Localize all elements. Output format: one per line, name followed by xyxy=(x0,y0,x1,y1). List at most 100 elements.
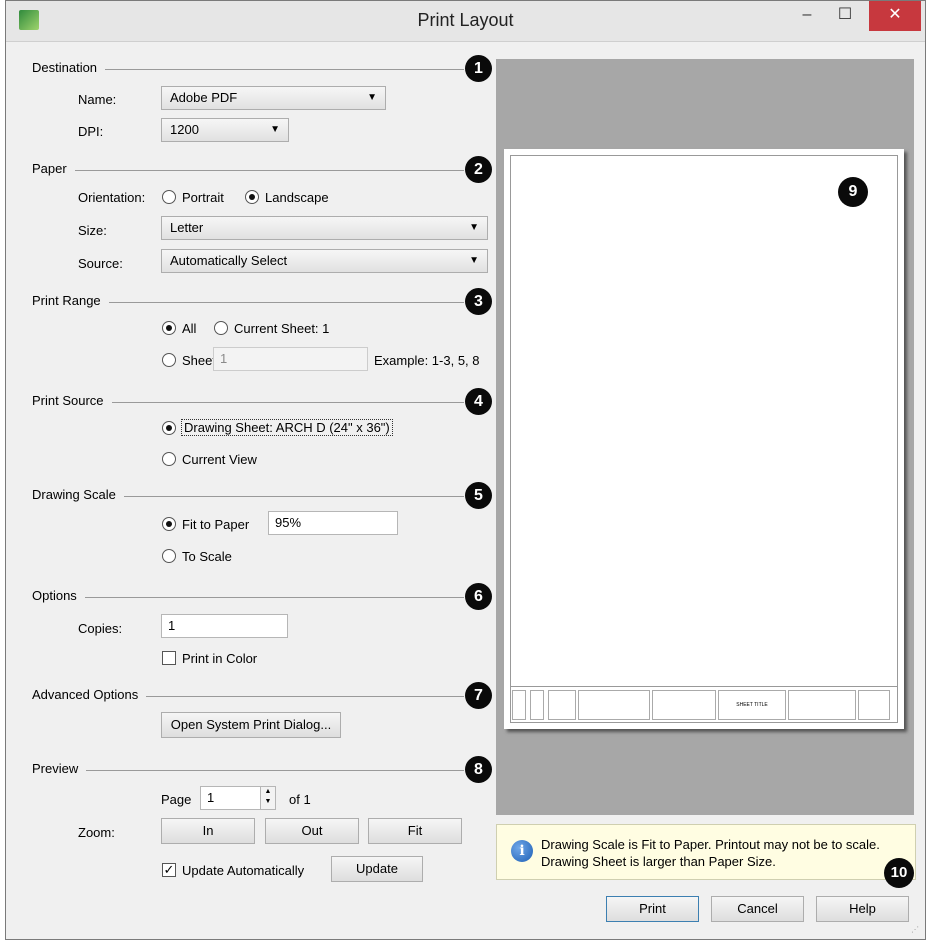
callout-badge-7: 7 xyxy=(465,682,492,709)
dropdown-arrow-icon: ▼ xyxy=(270,124,280,135)
message-line-2: Drawing Sheet is larger than Paper Size. xyxy=(541,854,776,869)
range-all-radio[interactable] xyxy=(162,321,176,335)
section-label: Print Source xyxy=(32,393,112,408)
paper-source-value: Automatically Select xyxy=(170,253,288,268)
print-layout-dialog: Print Layout – ☐ ✕ Destination 1 Paper 2… xyxy=(5,0,926,940)
print-preview-pane[interactable]: 9 SHEET TITLE xyxy=(496,59,914,815)
portrait-label: Portrait xyxy=(182,190,224,205)
source-current-view-label: Current View xyxy=(182,452,257,467)
copies-label: Copies: xyxy=(78,621,123,636)
callout-badge-8: 8 xyxy=(465,756,492,783)
section-destination: Destination 1 xyxy=(32,55,492,82)
source-current-view-radio[interactable] xyxy=(162,452,176,466)
section-label: Destination xyxy=(32,60,106,75)
range-current-sheet-label: Current Sheet: 1 xyxy=(234,321,330,336)
printer-name-value: Adobe PDF xyxy=(170,90,238,105)
info-icon: i xyxy=(511,840,533,862)
callout-badge-10: 10 xyxy=(884,858,914,888)
cancel-button[interactable]: Cancel xyxy=(711,896,804,922)
copies-input[interactable]: 1 xyxy=(161,614,288,638)
callout-badge-9: 9 xyxy=(838,177,868,207)
landscape-label: Landscape xyxy=(265,190,329,205)
section-options: Options 6 xyxy=(32,583,492,610)
open-system-print-dialog-button[interactable]: Open System Print Dialog... xyxy=(161,712,341,738)
section-label: Advanced Options xyxy=(32,687,147,702)
section-label: Options xyxy=(32,588,85,603)
update-automatically-label: Update Automatically xyxy=(182,863,305,878)
zoom-out-button[interactable]: Out xyxy=(265,818,359,844)
section-label: Print Range xyxy=(32,293,109,308)
section-print-range: Print Range 3 xyxy=(32,288,492,315)
callout-badge-4: 4 xyxy=(465,388,492,415)
paper-source-select[interactable]: Automatically Select ▼ xyxy=(161,249,488,273)
range-current-sheet-radio[interactable] xyxy=(214,321,228,335)
source-label: Source: xyxy=(78,256,123,271)
section-label: Paper xyxy=(32,161,75,176)
scale-percent-input[interactable]: 95% xyxy=(268,511,398,535)
portrait-radio[interactable] xyxy=(162,190,176,204)
title-bar[interactable]: Print Layout – ☐ ✕ xyxy=(6,1,925,42)
section-divider xyxy=(32,770,464,771)
section-label: Preview xyxy=(32,761,87,776)
section-divider xyxy=(32,170,464,171)
title-block-cell xyxy=(578,690,650,720)
printer-name-select[interactable]: Adobe PDF ▼ xyxy=(161,86,386,110)
maximize-icon[interactable]: ☐ xyxy=(823,1,867,31)
to-scale-radio[interactable] xyxy=(162,549,176,563)
dropdown-arrow-icon: ▼ xyxy=(367,92,377,103)
section-paper: Paper 2 xyxy=(32,156,492,183)
sheets-input[interactable]: 1 xyxy=(213,347,368,371)
resize-grip-icon[interactable]: ⋰ xyxy=(911,925,921,935)
print-button[interactable]: Print xyxy=(606,896,699,922)
callout-badge-5: 5 xyxy=(465,482,492,509)
sheet-border xyxy=(510,155,898,723)
source-drawing-sheet-radio[interactable] xyxy=(162,421,176,435)
zoom-in-button[interactable]: In xyxy=(161,818,255,844)
sheets-example-text: Example: 1-3, 5, 8 xyxy=(374,353,480,368)
range-sheets-radio[interactable] xyxy=(162,353,176,367)
title-block-cell: SHEET TITLE xyxy=(718,690,786,720)
section-preview: Preview 8 xyxy=(32,756,492,783)
print-in-color-label: Print in Color xyxy=(182,651,258,666)
title-block-cell xyxy=(530,690,544,720)
scale-warning-message: i Drawing Scale is Fit to Paper. Printou… xyxy=(496,824,916,880)
fit-to-paper-label: Fit to Paper xyxy=(182,517,250,532)
update-button[interactable]: Update xyxy=(331,856,423,882)
page-count-label: of 1 xyxy=(289,792,311,807)
message-line-1: Drawing Scale is Fit to Paper. Printout … xyxy=(541,837,880,852)
dpi-label: DPI: xyxy=(78,124,104,139)
section-divider xyxy=(32,597,464,598)
paper-size-select[interactable]: Letter ▼ xyxy=(161,216,488,240)
title-block-cell xyxy=(788,690,856,720)
title-block-cell xyxy=(858,690,890,720)
orientation-label: Orientation: xyxy=(78,190,146,205)
help-button[interactable]: Help xyxy=(816,896,909,922)
fit-to-paper-radio[interactable] xyxy=(162,517,176,531)
to-scale-label: To Scale xyxy=(182,549,232,564)
title-block-cell xyxy=(652,690,716,720)
spinner-arrows-icon[interactable]: ▲ ▼ xyxy=(260,787,275,809)
range-all-label: All xyxy=(182,321,197,336)
section-advanced-options: Advanced Options 7 xyxy=(32,682,492,709)
landscape-radio[interactable] xyxy=(245,190,259,204)
callout-badge-6: 6 xyxy=(465,583,492,610)
preview-sheet: 9 SHEET TITLE xyxy=(504,149,904,729)
title-block-cell xyxy=(512,690,526,720)
print-in-color-checkbox[interactable] xyxy=(162,651,176,665)
callout-badge-1: 1 xyxy=(465,55,492,82)
close-icon[interactable]: ✕ xyxy=(869,1,921,31)
title-block: SHEET TITLE xyxy=(510,686,898,723)
page-value: 1 xyxy=(207,790,215,805)
section-label: Drawing Scale xyxy=(32,487,124,502)
size-label: Size: xyxy=(78,223,107,238)
update-automatically-checkbox[interactable]: ✓ xyxy=(162,863,176,877)
section-drawing-scale: Drawing Scale 5 xyxy=(32,482,492,509)
zoom-fit-button[interactable]: Fit xyxy=(368,818,462,844)
paper-size-value: Letter xyxy=(170,220,204,235)
name-label: Name: xyxy=(78,92,117,107)
page-stepper[interactable]: 1 ▲ ▼ xyxy=(200,786,276,810)
dropdown-arrow-icon: ▼ xyxy=(469,222,479,233)
callout-badge-3: 3 xyxy=(465,288,492,315)
dpi-select[interactable]: 1200 ▼ xyxy=(161,118,289,142)
zoom-label: Zoom: xyxy=(78,825,115,840)
